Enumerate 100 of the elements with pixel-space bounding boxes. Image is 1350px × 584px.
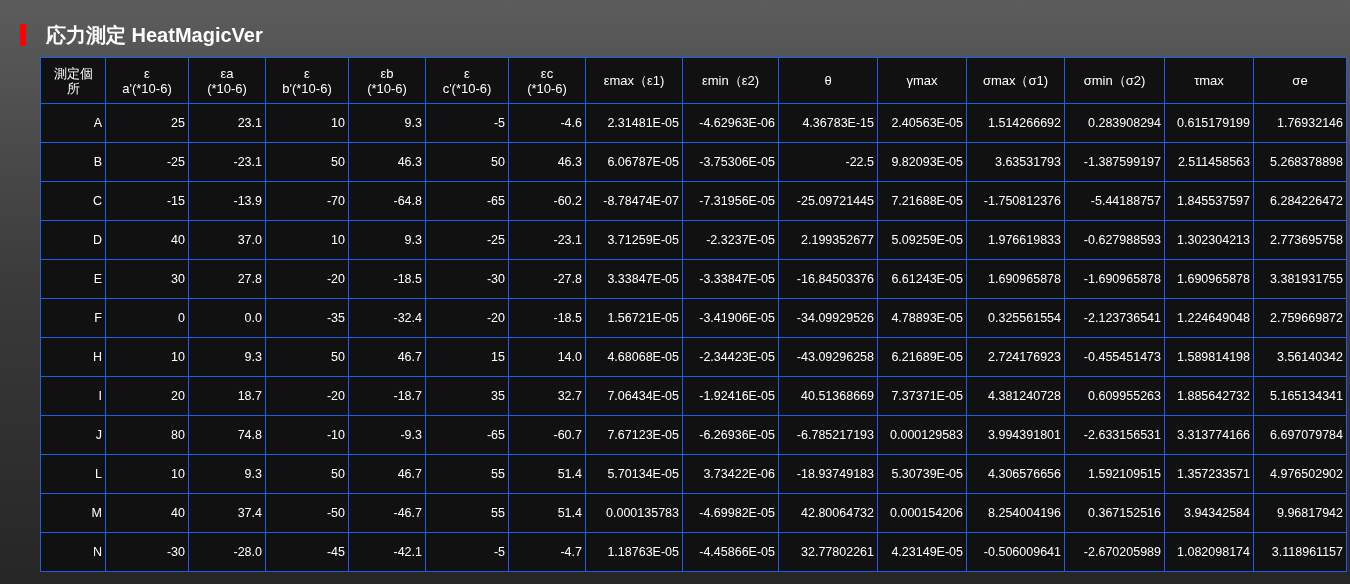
page-title: 応力測定 HeatMagicVer bbox=[46, 25, 263, 45]
table-cell: -0.506009641 bbox=[966, 532, 1065, 572]
table-cell: L bbox=[40, 454, 106, 494]
table-cell: 4.976502902 bbox=[1253, 454, 1347, 494]
table-cell: -20 bbox=[265, 259, 349, 299]
table-cell: -15 bbox=[105, 181, 189, 221]
table-cell: 9.82093E-05 bbox=[877, 142, 967, 182]
table-cell: 30 bbox=[105, 259, 189, 299]
table-cell: -22.5 bbox=[778, 142, 878, 182]
table-cell: -30 bbox=[425, 259, 509, 299]
table-cell: -32.4 bbox=[348, 298, 426, 338]
table-cell: 3.73422E-06 bbox=[682, 454, 779, 494]
table-cell: D bbox=[40, 220, 106, 260]
table-cell: 46.7 bbox=[348, 337, 426, 377]
table-cell: -18.7 bbox=[348, 376, 426, 416]
table-cell: -25.09721445 bbox=[778, 181, 878, 221]
table-cell: 50 bbox=[265, 337, 349, 377]
table-cell: M bbox=[40, 493, 106, 533]
table-cell: 55 bbox=[425, 493, 509, 533]
table-cell: -65 bbox=[425, 181, 509, 221]
table-cell: 80 bbox=[105, 415, 189, 455]
table-cell: 9.3 bbox=[188, 454, 266, 494]
table-cell: 50 bbox=[265, 454, 349, 494]
table-cell: 1.589814198 bbox=[1164, 337, 1254, 377]
table-cell: 7.21688E-05 bbox=[877, 181, 967, 221]
table-cell: 1.76932146 bbox=[1253, 103, 1347, 143]
table-cell: -18.5 bbox=[348, 259, 426, 299]
table-cell: 50 bbox=[425, 142, 509, 182]
table-cell: -20 bbox=[265, 376, 349, 416]
table-cell: 5.70134E-05 bbox=[585, 454, 683, 494]
table-cell: -2.633156531 bbox=[1064, 415, 1165, 455]
table-cell: 0.283908294 bbox=[1064, 103, 1165, 143]
table-cell: 3.63531793 bbox=[966, 142, 1065, 182]
column-header: εa (*10-6) bbox=[188, 57, 266, 104]
table-cell: 0.0 bbox=[188, 298, 266, 338]
table-cell: 40.51368669 bbox=[778, 376, 878, 416]
table-cell: -8.78474E-07 bbox=[585, 181, 683, 221]
table-cell: 4.306576656 bbox=[966, 454, 1065, 494]
table-cell: -64.8 bbox=[348, 181, 426, 221]
table-cell: -2.34423E-05 bbox=[682, 337, 779, 377]
table-cell: -43.09296258 bbox=[778, 337, 878, 377]
table-cell: N bbox=[40, 532, 106, 572]
table-cell: 25 bbox=[105, 103, 189, 143]
table-cell: 9.3 bbox=[188, 337, 266, 377]
table-cell: 0.000154206 bbox=[877, 493, 967, 533]
table-cell: 1.302304213 bbox=[1164, 220, 1254, 260]
table-cell: 2.759669872 bbox=[1253, 298, 1347, 338]
table-cell: 4.23149E-05 bbox=[877, 532, 967, 572]
table-cell: 1.592109515 bbox=[1064, 454, 1165, 494]
table-cell: 6.06787E-05 bbox=[585, 142, 683, 182]
table-cell: A bbox=[40, 103, 106, 143]
table-cell: 2.724176923 bbox=[966, 337, 1065, 377]
table-cell: 1.514266692 bbox=[966, 103, 1065, 143]
table-cell: 14.0 bbox=[508, 337, 586, 377]
table-cell: -7.31956E-05 bbox=[682, 181, 779, 221]
column-header: σmax（σ1) bbox=[966, 57, 1065, 104]
table-cell: 9.96817942 bbox=[1253, 493, 1347, 533]
column-header: ε b'(*10-6) bbox=[265, 57, 349, 104]
table-cell: 20 bbox=[105, 376, 189, 416]
table-cell: 23.1 bbox=[188, 103, 266, 143]
table-cell: 0.325561554 bbox=[966, 298, 1065, 338]
table-cell: 10 bbox=[105, 337, 189, 377]
table-cell: -16.84503376 bbox=[778, 259, 878, 299]
table-cell: 51.4 bbox=[508, 493, 586, 533]
table-cell: 6.697079784 bbox=[1253, 415, 1347, 455]
table-cell: 3.33847E-05 bbox=[585, 259, 683, 299]
column-header: ε c'(*10-6) bbox=[425, 57, 509, 104]
table-cell: -3.75306E-05 bbox=[682, 142, 779, 182]
table-cell: 1.357233571 bbox=[1164, 454, 1254, 494]
table-cell: 3.94342584 bbox=[1164, 493, 1254, 533]
table-cell: E bbox=[40, 259, 106, 299]
table-cell: 1.690965878 bbox=[1164, 259, 1254, 299]
table-cell: -0.455451473 bbox=[1064, 337, 1165, 377]
table-cell: -50 bbox=[265, 493, 349, 533]
table-cell: -4.45866E-05 bbox=[682, 532, 779, 572]
table-cell: 50 bbox=[265, 142, 349, 182]
table-cell: -4.6 bbox=[508, 103, 586, 143]
table-cell: -23.1 bbox=[508, 220, 586, 260]
column-header: εmin（ε2) bbox=[682, 57, 779, 104]
table-cell: -5 bbox=[425, 532, 509, 572]
table-cell: 3.994391801 bbox=[966, 415, 1065, 455]
table-cell: 51.4 bbox=[508, 454, 586, 494]
column-header: σmin（σ2) bbox=[1064, 57, 1165, 104]
table-cell: -60.7 bbox=[508, 415, 586, 455]
table-cell: 10 bbox=[105, 454, 189, 494]
table-cell: 5.30739E-05 bbox=[877, 454, 967, 494]
table-cell: -1.750812376 bbox=[966, 181, 1065, 221]
table-cell: 3.118961157 bbox=[1253, 532, 1347, 572]
table-cell: 1.690965878 bbox=[966, 259, 1065, 299]
table-cell: 6.284226472 bbox=[1253, 181, 1347, 221]
column-header: εb (*10-6) bbox=[348, 57, 426, 104]
table-cell: 5.09259E-05 bbox=[877, 220, 967, 260]
table-cell: 1.18763E-05 bbox=[585, 532, 683, 572]
table-cell: -28.0 bbox=[188, 532, 266, 572]
table-cell: 2.31481E-05 bbox=[585, 103, 683, 143]
table-cell: -2.123736541 bbox=[1064, 298, 1165, 338]
table-cell: -20 bbox=[425, 298, 509, 338]
table-cell: I bbox=[40, 376, 106, 416]
table-cell: 0.000129583 bbox=[877, 415, 967, 455]
table-cell: -0.627988593 bbox=[1064, 220, 1165, 260]
